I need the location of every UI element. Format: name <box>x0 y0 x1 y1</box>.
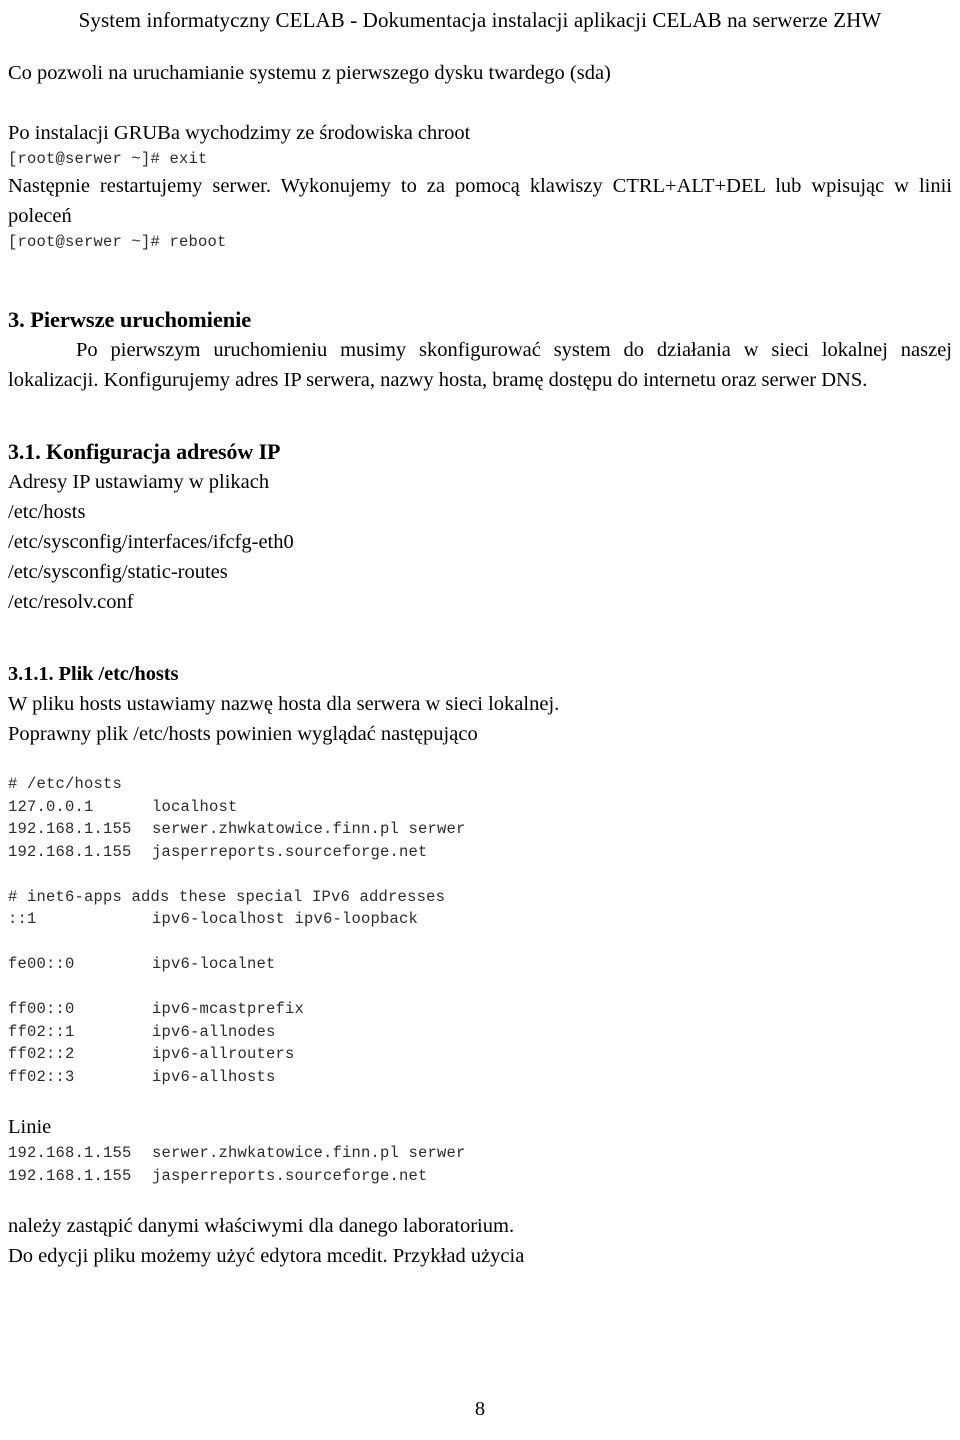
hosts-file-line <box>8 931 952 954</box>
heading-section-3-1: 3.1. Konfiguracja adresów IP <box>8 439 281 464</box>
hosts-file-listing: # /etc/hosts 127.0.0.1 localhost 192.168.1.… <box>8 773 952 1088</box>
host-names: jasperreports.sourceforge.net <box>152 842 428 861</box>
hosts-file-line: # inet6-apps adds these special IPv6 add… <box>8 887 446 906</box>
host-names: localhost <box>152 797 238 816</box>
command-reboot: [root@serwer ~]# reboot <box>8 232 227 251</box>
file-path-hosts: /etc/hosts <box>8 501 86 523</box>
host-names: ipv6-localnet <box>152 955 276 973</box>
linie-line: 192.168.1.155 jasperreports.sourceforge.n… <box>8 1165 952 1188</box>
file-path-list: /etc/hosts /etc/sysconfig/interfaces/ifc… <box>8 497 952 617</box>
document-page: System informatyczny CELAB - Dokumentacj… <box>0 0 960 1440</box>
hosts-file-line: ::1 ipv6-localhost ipv6-loopback <box>8 908 952 931</box>
host-address: ff02::2 <box>8 1045 75 1063</box>
paragraph-restart: Następnie restartujemy serwer. Wykonujem… <box>8 174 952 227</box>
document-header: System informatyczny CELAB - Dokumentacj… <box>78 8 882 32</box>
host-names: serwer.zhwkatowice.finn.pl serwer <box>152 1144 466 1162</box>
hosts-file-line: # /etc/hosts <box>8 775 123 793</box>
paragraph-hosts-line1: W pliku hosts ustawiamy nazwę hosta dla … <box>8 693 560 715</box>
hosts-file-line <box>8 863 952 886</box>
host-names: ipv6-allrouters <box>152 1045 295 1063</box>
paragraph-chroot: Po instalacji GRUBa wychodzimy ze środow… <box>8 122 471 144</box>
linie-line: 192.168.1.155 serwer.zhwkatowice.finn.pl … <box>8 1142 952 1165</box>
paragraph-sda: Co pozwoli na uruchamianie systemu z pie… <box>8 62 611 84</box>
paragraph-section-3: Po pierwszym uruchomieniu musimy skonfig… <box>8 339 952 391</box>
host-address: ::1 <box>8 910 37 928</box>
paragraph-hosts-line2: Poprawny plik /etc/hosts powinien wygląd… <box>8 723 478 745</box>
heading-section-3: 3. Pierwsze uruchomienie <box>8 307 252 332</box>
host-names: serwer.zhwkatowice.finn.pl serwer <box>152 820 466 838</box>
heading-section-3-1-1: 3.1.1. Plik /etc/hosts <box>8 663 179 685</box>
host-names: jasperreports.sourceforge.net <box>152 1166 428 1185</box>
host-names: ipv6-allhosts <box>152 1067 276 1086</box>
paragraph-closing-line2: Do edycji pliku możemy użyć edytora mced… <box>8 1245 525 1267</box>
host-address: ff02::1 <box>8 1022 75 1041</box>
heading-linie: Linie <box>8 1116 52 1138</box>
host-address: 192.168.1.155 <box>8 820 132 838</box>
linie-listing: 192.168.1.155 serwer.zhwkatowice.finn.pl … <box>8 1142 952 1187</box>
host-address: ff00::0 <box>8 1000 75 1018</box>
host-address: 192.168.1.155 <box>8 842 132 861</box>
hosts-file-line: 192.168.1.155 jasperreports.sourceforge.n… <box>8 841 952 864</box>
paragraph-section-3-1-lead: Adresy IP ustawiamy w plikach <box>8 471 270 493</box>
hosts-file-line: ff02::2 ipv6-allrouters <box>8 1043 952 1066</box>
file-path-static-routes: /etc/sysconfig/static-routes <box>8 561 228 583</box>
host-address: 192.168.1.155 <box>8 1166 132 1185</box>
page-number: 8 <box>474 1398 486 1420</box>
hosts-file-line: ff02::1 ipv6-allnodes <box>8 1021 952 1044</box>
host-address: 127.0.0.1 <box>8 797 94 816</box>
host-address: ff02::3 <box>8 1067 75 1086</box>
hosts-file-line: ff00::0 ipv6-mcastprefix <box>8 998 952 1021</box>
host-names: ipv6-localhost ipv6-loopback <box>152 910 419 928</box>
file-path-resolv-conf: /etc/resolv.conf <box>8 591 134 613</box>
host-address: fe00::0 <box>8 955 75 973</box>
file-path-ifcfg-eth0: /etc/sysconfig/interfaces/ifcfg-eth0 <box>8 531 294 553</box>
hosts-file-line <box>8 976 952 999</box>
hosts-file-line: ff02::3 ipv6-allhosts <box>8 1066 952 1089</box>
host-names: ipv6-mcastprefix <box>152 1000 305 1018</box>
host-address: 192.168.1.155 <box>8 1144 132 1162</box>
hosts-file-line: 192.168.1.155 serwer.zhwkatowice.finn.pl … <box>8 818 952 841</box>
hosts-file-line: fe00::0 ipv6-localnet <box>8 953 952 976</box>
command-exit: [root@serwer ~]# exit <box>8 150 208 168</box>
hosts-file-line: 127.0.0.1 localhost <box>8 796 952 819</box>
paragraph-closing-line1: należy zastąpić danymi właściwymi dla da… <box>8 1215 515 1237</box>
host-names: ipv6-allnodes <box>152 1022 276 1041</box>
